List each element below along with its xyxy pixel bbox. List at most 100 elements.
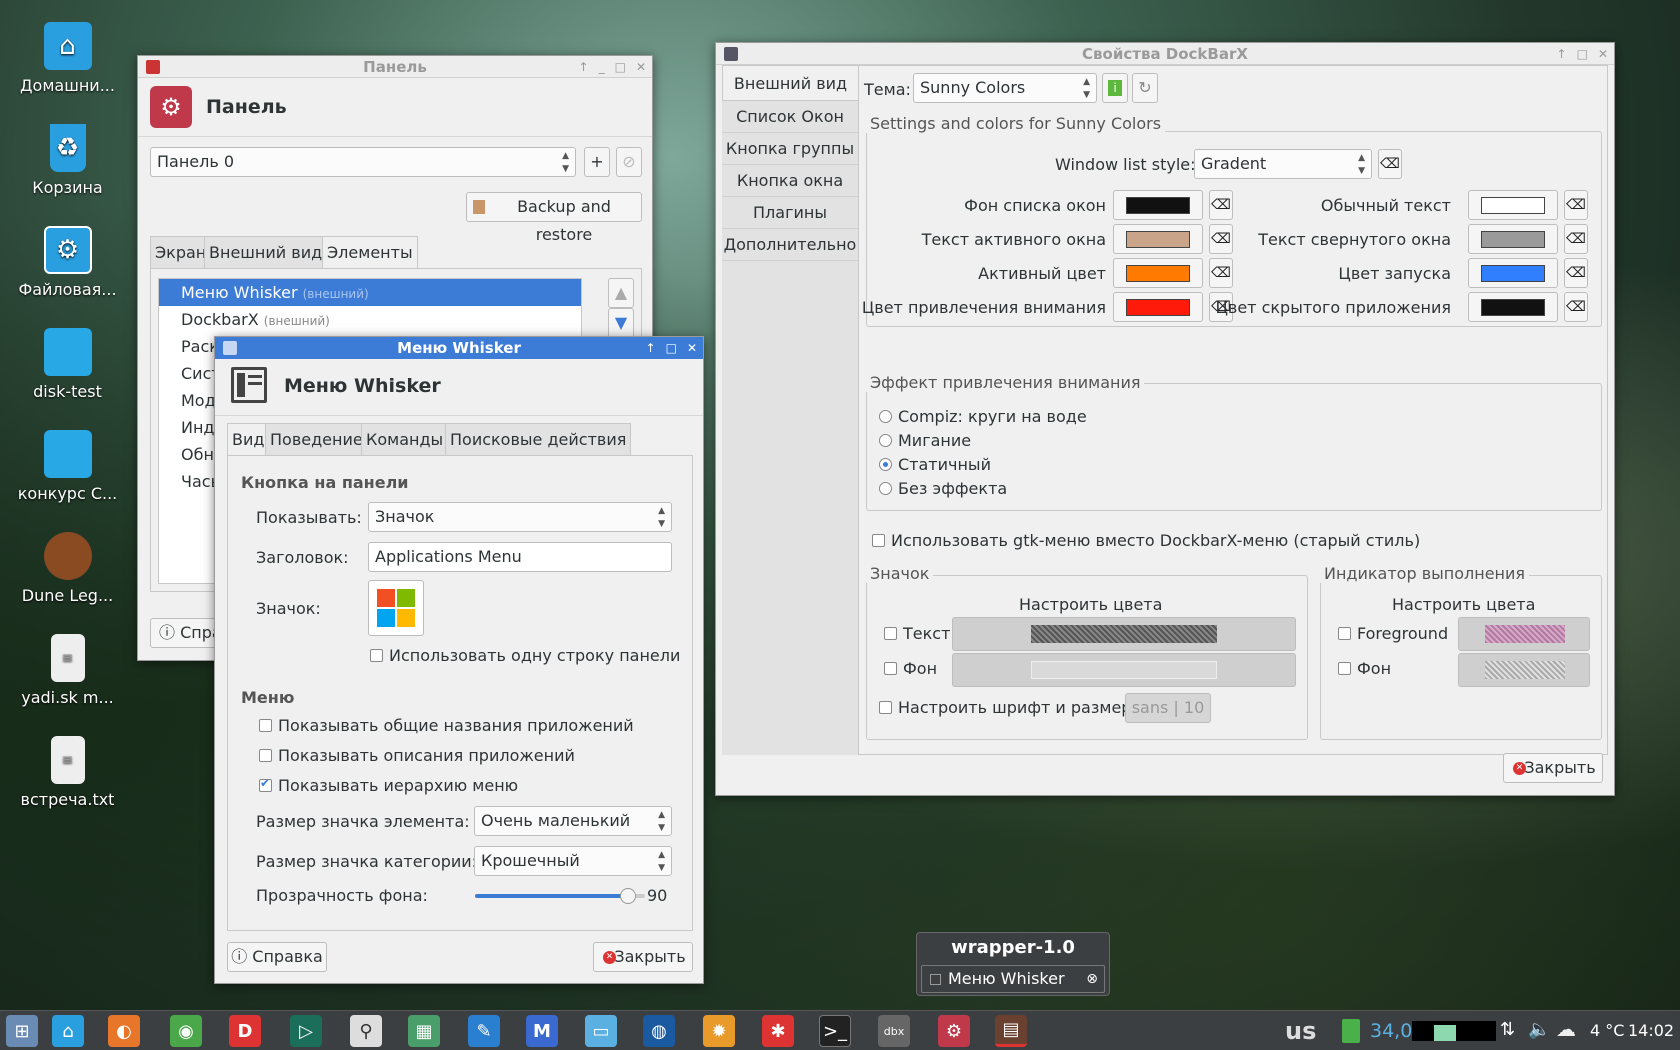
- desktop-icon-dune[interactable]: Dune Leg...: [10, 532, 125, 605]
- tab-window-list[interactable]: Список Окон: [722, 101, 858, 133]
- close-icon[interactable]: ✕: [636, 56, 646, 78]
- close-icon[interactable]: ✕: [1598, 43, 1608, 65]
- desktop-icon-trash[interactable]: ♻ Корзина: [10, 124, 125, 197]
- whisker-titlebar[interactable]: Меню Whisker ↑ □ ✕: [215, 337, 703, 359]
- icon-bg-color-button[interactable]: [952, 653, 1296, 687]
- theme-reload-button[interactable]: ↻: [1132, 73, 1158, 103]
- tab-window-button[interactable]: Кнопка окна: [722, 165, 858, 197]
- whisker-close-button[interactable]: ✕ Закрыть: [593, 942, 693, 972]
- backup-restore-button[interactable]: Backup and restore: [466, 192, 642, 244]
- clear-color-button[interactable]: ⌫: [1564, 190, 1588, 220]
- generic-names-checkbox[interactable]: Показывать общие названия приложений: [259, 716, 634, 735]
- clear-color-button[interactable]: ⌫: [1564, 224, 1588, 254]
- color-swatch-button[interactable]: [1468, 190, 1558, 220]
- descriptions-checkbox[interactable]: Показывать описания приложений: [259, 746, 575, 765]
- font-checkbox[interactable]: Настроить шрифт и размер: [879, 698, 1131, 717]
- clear-color-button[interactable]: ⌫: [1209, 190, 1233, 220]
- radio-static[interactable]: Статичный: [879, 455, 991, 474]
- tab-elements[interactable]: Элементы: [322, 236, 418, 268]
- add-panel-button[interactable]: +: [584, 147, 610, 177]
- panel-settings-icon[interactable]: ⚙: [938, 1015, 970, 1047]
- file-manager-icon[interactable]: ⌂: [52, 1015, 84, 1047]
- panel-titlebar[interactable]: Панель ↑ _ □ ✕: [138, 56, 652, 78]
- desktop-icon-yadi[interactable]: ≡ yadi.sk m...: [10, 634, 125, 707]
- desktop-icon-file-manager[interactable]: ⚙ Файловая...: [10, 226, 125, 299]
- dockbarx-titlebar[interactable]: Свойства DockBarX ↑ □ ✕: [716, 43, 1614, 65]
- color-swatch-button[interactable]: [1113, 224, 1203, 254]
- gimp-icon[interactable]: ✹: [703, 1015, 735, 1047]
- move-down-button[interactable]: ▼: [608, 308, 634, 338]
- opacity-slider[interactable]: [475, 888, 645, 904]
- item-icon-size-select[interactable]: Очень маленький ▲ ▼: [474, 806, 672, 836]
- radio-blink[interactable]: Мигание: [879, 431, 971, 450]
- system-monitor-graph[interactable]: [1412, 1021, 1496, 1041]
- clear-color-button[interactable]: ⌫: [1564, 258, 1588, 288]
- display-icon[interactable]: ▭: [585, 1015, 617, 1047]
- clear-color-button[interactable]: ⌫: [1209, 258, 1233, 288]
- keyboard-layout[interactable]: us: [1285, 1017, 1316, 1045]
- calculator-icon[interactable]: ▦: [408, 1015, 440, 1047]
- color-swatch-button[interactable]: [1113, 292, 1203, 322]
- clock[interactable]: 14:02: [1628, 1021, 1674, 1040]
- desktop-icon-disk-test[interactable]: disk-test: [10, 328, 125, 401]
- progress-bg-checkbox[interactable]: Фон: [1338, 659, 1391, 678]
- tab-appearance[interactable]: Внешний вид: [722, 65, 858, 101]
- progress-fg-color-button[interactable]: [1458, 617, 1590, 651]
- terminal-icon[interactable]: >_: [819, 1015, 851, 1047]
- maximize-icon[interactable]: □: [666, 337, 677, 359]
- single-row-checkbox[interactable]: Использовать одну строку панели: [370, 646, 680, 665]
- pin-icon[interactable]: ↑: [646, 337, 656, 359]
- tab-appearance[interactable]: Внешний вид: [204, 236, 328, 268]
- clear-wls-button[interactable]: ⌫: [1378, 149, 1402, 179]
- font-button[interactable]: sans | 10: [1125, 693, 1211, 723]
- show-select[interactable]: Значок ▲ ▼: [368, 502, 672, 532]
- firefox-icon[interactable]: ◐: [108, 1015, 140, 1047]
- radio-no-effect[interactable]: Без эффекта: [879, 479, 1007, 498]
- clear-color-button[interactable]: ⌫: [1564, 292, 1588, 322]
- weather-icon[interactable]: ☁: [1556, 1017, 1576, 1041]
- tab-view[interactable]: Вид: [227, 423, 270, 455]
- color-swatch-button[interactable]: [1468, 292, 1558, 322]
- color-swatch-button[interactable]: [1113, 258, 1203, 288]
- dockbarx-icon[interactable]: dbx: [878, 1015, 910, 1047]
- radio-compiz[interactable]: Compiz: круги на воде: [879, 407, 1087, 426]
- tooltip-window-item[interactable]: Меню Whisker ⊗: [921, 965, 1105, 993]
- color-swatch-button[interactable]: [1113, 190, 1203, 220]
- clear-color-button[interactable]: ⌫: [1209, 224, 1233, 254]
- pin-icon[interactable]: ↑: [1557, 43, 1567, 65]
- double-commander-icon[interactable]: D: [229, 1015, 261, 1047]
- list-item[interactable]: DockbarX (внешний): [159, 306, 581, 333]
- close-icon[interactable]: ✕: [687, 337, 697, 359]
- color-swatch-button[interactable]: [1468, 258, 1558, 288]
- wls-select[interactable]: Gradent ▲ ▼: [1194, 149, 1372, 179]
- text-editor-icon[interactable]: ✎: [468, 1015, 500, 1047]
- network-icon[interactable]: ⚲: [350, 1015, 382, 1047]
- updater-icon[interactable]: ◍: [643, 1015, 675, 1047]
- icon-bg-checkbox[interactable]: Фон: [884, 659, 937, 678]
- theme-select[interactable]: Sunny Colors ▲ ▼: [913, 73, 1097, 103]
- panel-select[interactable]: Панель 0 ▲ ▼: [150, 147, 576, 177]
- icon-picker-button[interactable]: [368, 580, 424, 636]
- desktop-icon-home[interactable]: ⌂ Домашни...: [10, 22, 125, 95]
- chrome-icon[interactable]: ◉: [170, 1015, 202, 1047]
- gtk-menu-checkbox[interactable]: Использовать gtk-меню вместо DockbarX-ме…: [872, 531, 1420, 550]
- close-icon[interactable]: ⊗: [1086, 966, 1098, 992]
- asterisk-icon[interactable]: ✱: [762, 1015, 794, 1047]
- slider-handle[interactable]: [620, 888, 636, 904]
- tab-advanced[interactable]: Дополнительно: [722, 229, 858, 261]
- mail-icon[interactable]: M: [526, 1015, 558, 1047]
- progress-bg-color-button[interactable]: [1458, 653, 1590, 687]
- network-status-icon[interactable]: ⇅: [1500, 1019, 1515, 1040]
- tab-screen[interactable]: Экран: [150, 236, 212, 268]
- maximize-icon[interactable]: □: [1577, 43, 1588, 65]
- progress-fg-checkbox[interactable]: Foreground: [1338, 624, 1448, 643]
- media-player-icon[interactable]: ▷: [290, 1015, 322, 1047]
- icon-text-checkbox[interactable]: Текст: [884, 624, 950, 643]
- color-swatch-button[interactable]: [1468, 224, 1558, 254]
- icon-text-color-button[interactable]: [952, 617, 1296, 651]
- category-icon-size-select[interactable]: Крошечный ▲ ▼: [474, 846, 672, 876]
- start-menu-icon[interactable]: ⊞: [6, 1015, 38, 1047]
- theme-info-button[interactable]: i: [1102, 73, 1128, 103]
- maximize-icon[interactable]: □: [615, 56, 626, 78]
- volume-icon[interactable]: 🔈: [1528, 1019, 1550, 1040]
